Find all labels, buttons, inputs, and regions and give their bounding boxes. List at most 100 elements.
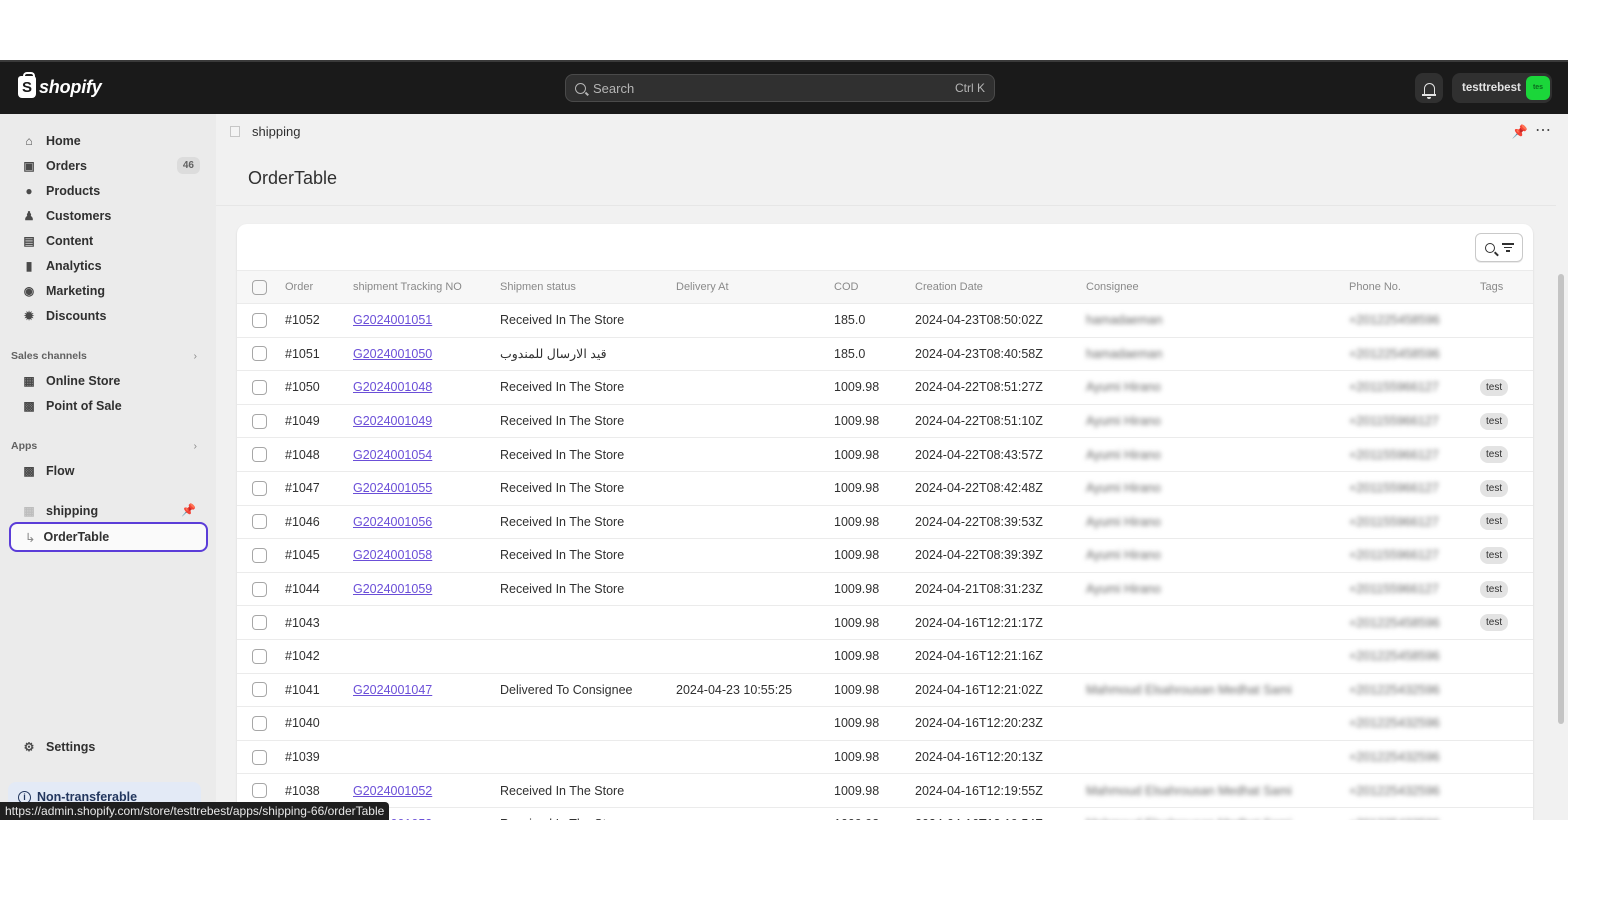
sidebar-item-products[interactable]: ● Products (12, 179, 202, 203)
order-number[interactable]: #1051 (285, 337, 353, 372)
tracking-link[interactable]: G2024001050 (353, 347, 432, 361)
table-row[interactable]: #1051 G2024001050 قيد الارسال للمندوب 185.0… (237, 337, 1533, 372)
column-header-cod[interactable]: COD (834, 270, 915, 304)
order-number[interactable]: #1049 (285, 404, 353, 439)
row-checkbox[interactable] (252, 716, 267, 732)
sidebar-item-point-of-sale[interactable]: ▩ Point of Sale (12, 394, 202, 418)
tracking-link[interactable]: G2024001056 (353, 515, 432, 529)
column-header-consignee[interactable]: Consignee (1086, 270, 1349, 304)
column-header-creation-date[interactable]: Creation Date (915, 270, 1086, 304)
row-checkbox[interactable] (252, 615, 267, 631)
column-header-order[interactable]: Order (285, 270, 353, 304)
order-number[interactable]: #1048 (285, 437, 353, 472)
tracking-link[interactable]: G2024001048 (353, 380, 432, 394)
sidebar-item-home[interactable]: ⌂ Home (12, 129, 202, 153)
tracking-link[interactable]: G2024001059 (353, 582, 432, 596)
delivery-at (676, 639, 834, 674)
table-row[interactable]: #1045 G2024001058 Received In The Store 100… (237, 538, 1533, 573)
main-content: shipping 📌 ⋯ OrderTable Order shipment T… (216, 114, 1568, 820)
tracking-link[interactable]: G2024001054 (353, 448, 432, 462)
row-checkbox[interactable] (252, 413, 267, 429)
tracking-link[interactable]: G2024001047 (353, 683, 432, 697)
row-checkbox[interactable] (252, 648, 267, 664)
order-number[interactable]: #1044 (285, 572, 353, 607)
table-row[interactable]: #1049 G2024001049 Received In The Store 100… (237, 404, 1533, 439)
tracking-link[interactable]: G2024001049 (353, 414, 432, 428)
table-row[interactable]: #1044 G2024001059 Received In The Store 100… (237, 572, 1533, 607)
order-number[interactable]: #1039 (285, 740, 353, 775)
row-checkbox[interactable] (252, 514, 267, 530)
row-checkbox[interactable] (252, 783, 267, 799)
table-row[interactable]: #1050 G2024001048 Received In The Store 100… (237, 370, 1533, 405)
table-row[interactable]: #1042 1009.98 2024-04-16T12:21:16Z +2012254… (237, 639, 1533, 674)
sidebar-item-label: Products (46, 184, 101, 198)
sidebar-item-settings[interactable]: ⚙ Settings (12, 735, 202, 759)
consignee-cell: Ayumi Hirano (1086, 538, 1349, 573)
more-actions-icon[interactable]: ⋯ (1535, 120, 1552, 140)
row-select-cell (237, 337, 285, 372)
row-checkbox[interactable] (252, 682, 267, 698)
table-row[interactable]: #1041 G2024001047 Delivered To Consignee 20… (237, 673, 1533, 708)
sidebar-item-content[interactable]: ▤ Content (12, 229, 202, 253)
table-row[interactable]: #1046 G2024001056 Received In The Store 100… (237, 505, 1533, 540)
row-checkbox[interactable] (252, 480, 267, 496)
order-number[interactable]: #1047 (285, 471, 353, 506)
sidebar-item-customers[interactable]: ♟ Customers (12, 204, 202, 228)
cod-amount: 1009.98 (834, 740, 915, 775)
sidebar-item-flow[interactable]: ▩ Flow (12, 459, 202, 483)
order-number[interactable]: #1052 (285, 303, 353, 338)
sidebar-item-discounts[interactable]: ✹ Discounts (12, 304, 202, 328)
shopify-logo[interactable]: S shopify (18, 72, 102, 98)
row-checkbox[interactable] (252, 581, 267, 597)
sidebar-item-online-store[interactable]: ▦ Online Store (12, 369, 202, 393)
sidebar-item-label: shipping (46, 504, 99, 518)
search-filter-button[interactable] (1475, 233, 1523, 262)
tracking-link[interactable]: G2024001055 (353, 481, 432, 495)
sidebar-item-orders[interactable]: ▣ Orders 46 (12, 154, 202, 178)
table-row[interactable]: #1043 1009.98 2024-04-16T12:21:17Z +2012254… (237, 605, 1533, 640)
notifications-button[interactable] (1415, 73, 1443, 103)
row-checkbox[interactable] (252, 749, 267, 765)
order-number[interactable]: #1050 (285, 370, 353, 405)
order-number[interactable]: #1041 (285, 673, 353, 708)
pin-icon[interactable]: 📌 (1512, 124, 1528, 140)
column-header-phone[interactable]: Phone No. (1349, 270, 1480, 304)
column-header-delivery[interactable]: Delivery At (676, 270, 834, 304)
table-row[interactable]: #1048 G2024001054 Received In The Store 100… (237, 437, 1533, 472)
tracking-link[interactable]: G2024001058 (353, 548, 432, 562)
sidebar-item-shipping-app[interactable]: ▦ shipping 📌 (12, 499, 202, 523)
column-header-status[interactable]: Shipmen status (500, 270, 676, 304)
sidebar-item-marketing[interactable]: ◉ Marketing (12, 279, 202, 303)
table-row[interactable]: #1052 G2024001051 Received In The Store 185… (237, 303, 1533, 338)
sales-channels-section[interactable]: Sales channels › (11, 350, 201, 362)
table-row[interactable]: #1037G2024001053Received In The Store100… (237, 807, 1533, 820)
tracking-link[interactable]: G2024001051 (353, 313, 432, 327)
table-row[interactable]: #1038 G2024001052 Received In The Store 100… (237, 773, 1533, 808)
pin-icon[interactable]: 📌 (181, 503, 196, 517)
order-number[interactable]: #1040 (285, 706, 353, 741)
order-number[interactable]: #1043 (285, 605, 353, 640)
table-row[interactable]: #1047 G2024001055 Received In The Store 100… (237, 471, 1533, 506)
apps-section[interactable]: Apps › (11, 440, 201, 452)
row-checkbox[interactable] (252, 312, 267, 328)
tags-cell: test (1480, 538, 1533, 573)
tracking-link[interactable]: G2024001052 (353, 784, 432, 798)
column-header-tags[interactable]: Tags (1480, 270, 1533, 304)
search-input[interactable]: Search Ctrl K (565, 74, 995, 102)
select-all-checkbox[interactable] (252, 279, 267, 295)
table-row[interactable]: #1039 1009.98 2024-04-16T12:20:13Z +2012254… (237, 740, 1533, 775)
order-number[interactable]: #1045 (285, 538, 353, 573)
sidebar-item-ordertable[interactable]: ↳ OrderTable (9, 522, 208, 552)
order-number[interactable]: #1042 (285, 639, 353, 674)
row-checkbox[interactable] (252, 380, 267, 396)
order-number[interactable]: #1046 (285, 505, 353, 540)
breadcrumb[interactable]: shipping (230, 124, 300, 139)
row-checkbox[interactable] (252, 346, 267, 362)
row-checkbox[interactable] (252, 548, 267, 564)
row-checkbox[interactable] (252, 447, 267, 463)
column-header-tracking[interactable]: shipment Tracking NO (353, 270, 500, 304)
page-scrollbar[interactable] (1558, 274, 1564, 724)
table-row[interactable]: #1040 1009.98 2024-04-16T12:20:23Z +2012254… (237, 706, 1533, 741)
sidebar-item-analytics[interactable]: ▮ Analytics (12, 254, 202, 278)
store-menu-button[interactable]: testtrebest tes (1452, 73, 1552, 103)
